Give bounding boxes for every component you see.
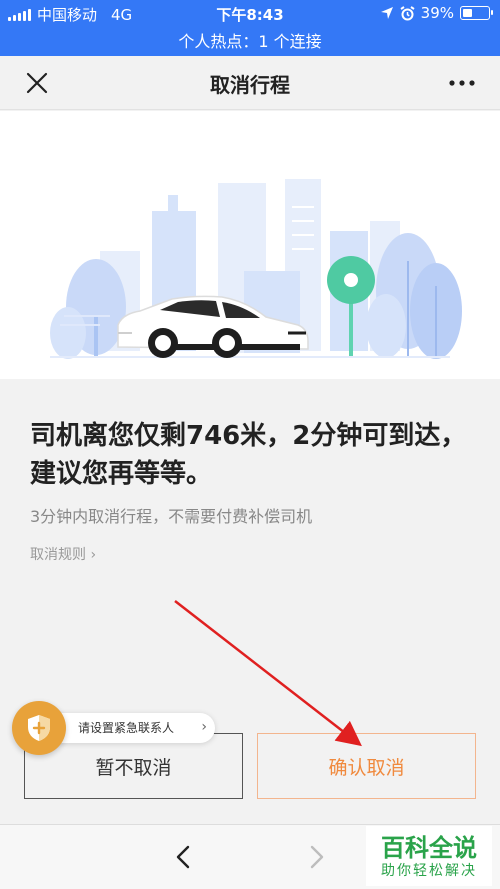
watermark-title: 百科全说 xyxy=(381,834,477,862)
confirm-cancel-button[interactable]: 确认取消 xyxy=(257,733,476,799)
hotspot-banner[interactable]: 个人热点：1 个连接 xyxy=(0,28,500,52)
status-right: 39% xyxy=(380,4,493,22)
alarm-clock-icon xyxy=(400,5,415,20)
battery-level-fill xyxy=(463,9,472,17)
chevron-left-icon xyxy=(176,845,190,869)
cancel-rules-link[interactable]: 取消规则 › xyxy=(30,544,96,564)
nav-bar: 取消行程 xyxy=(0,56,500,110)
subtext: 3分钟内取消行程，不需要付费补偿司机 xyxy=(30,507,313,526)
chevron-right-icon: › xyxy=(201,719,207,735)
chevron-right-icon xyxy=(310,845,324,869)
cancel-card: 司机离您仅剩746米，2分钟可到达，建议您再等等。 3分钟内取消行程，不需要付费… xyxy=(0,379,500,824)
more-icon xyxy=(449,80,475,86)
status-row: 中国移动 4G 下午8:43 39% xyxy=(0,0,500,28)
page-title: 取消行程 xyxy=(210,73,290,97)
battery-icon xyxy=(460,6,493,20)
shield-plus-icon[interactable] xyxy=(12,701,66,755)
status-bar: 中国移动 4G 下午8:43 39% 个人热点：1 个连接 xyxy=(0,0,500,56)
hero-illustration xyxy=(0,111,500,379)
more-button[interactable] xyxy=(446,70,478,96)
city-car-illustration xyxy=(50,179,462,359)
emergency-pill[interactable]: 请设置紧急联系人 › xyxy=(42,713,215,743)
forward-button[interactable] xyxy=(302,843,330,871)
watermark: 百科全说 助你轻松解决 xyxy=(366,826,492,886)
headline: 司机离您仅剩746米，2分钟可到达，建议您再等等。 xyxy=(30,421,467,489)
location-arrow-icon xyxy=(380,7,393,19)
watermark-subtitle: 助你轻松解决 xyxy=(381,863,477,879)
battery-percent: 39% xyxy=(420,4,454,22)
back-button[interactable] xyxy=(170,843,198,871)
emergency-label: 请设置紧急联系人 xyxy=(78,721,175,735)
emergency-contact-prompt[interactable]: 请设置紧急联系人 › xyxy=(12,701,215,755)
